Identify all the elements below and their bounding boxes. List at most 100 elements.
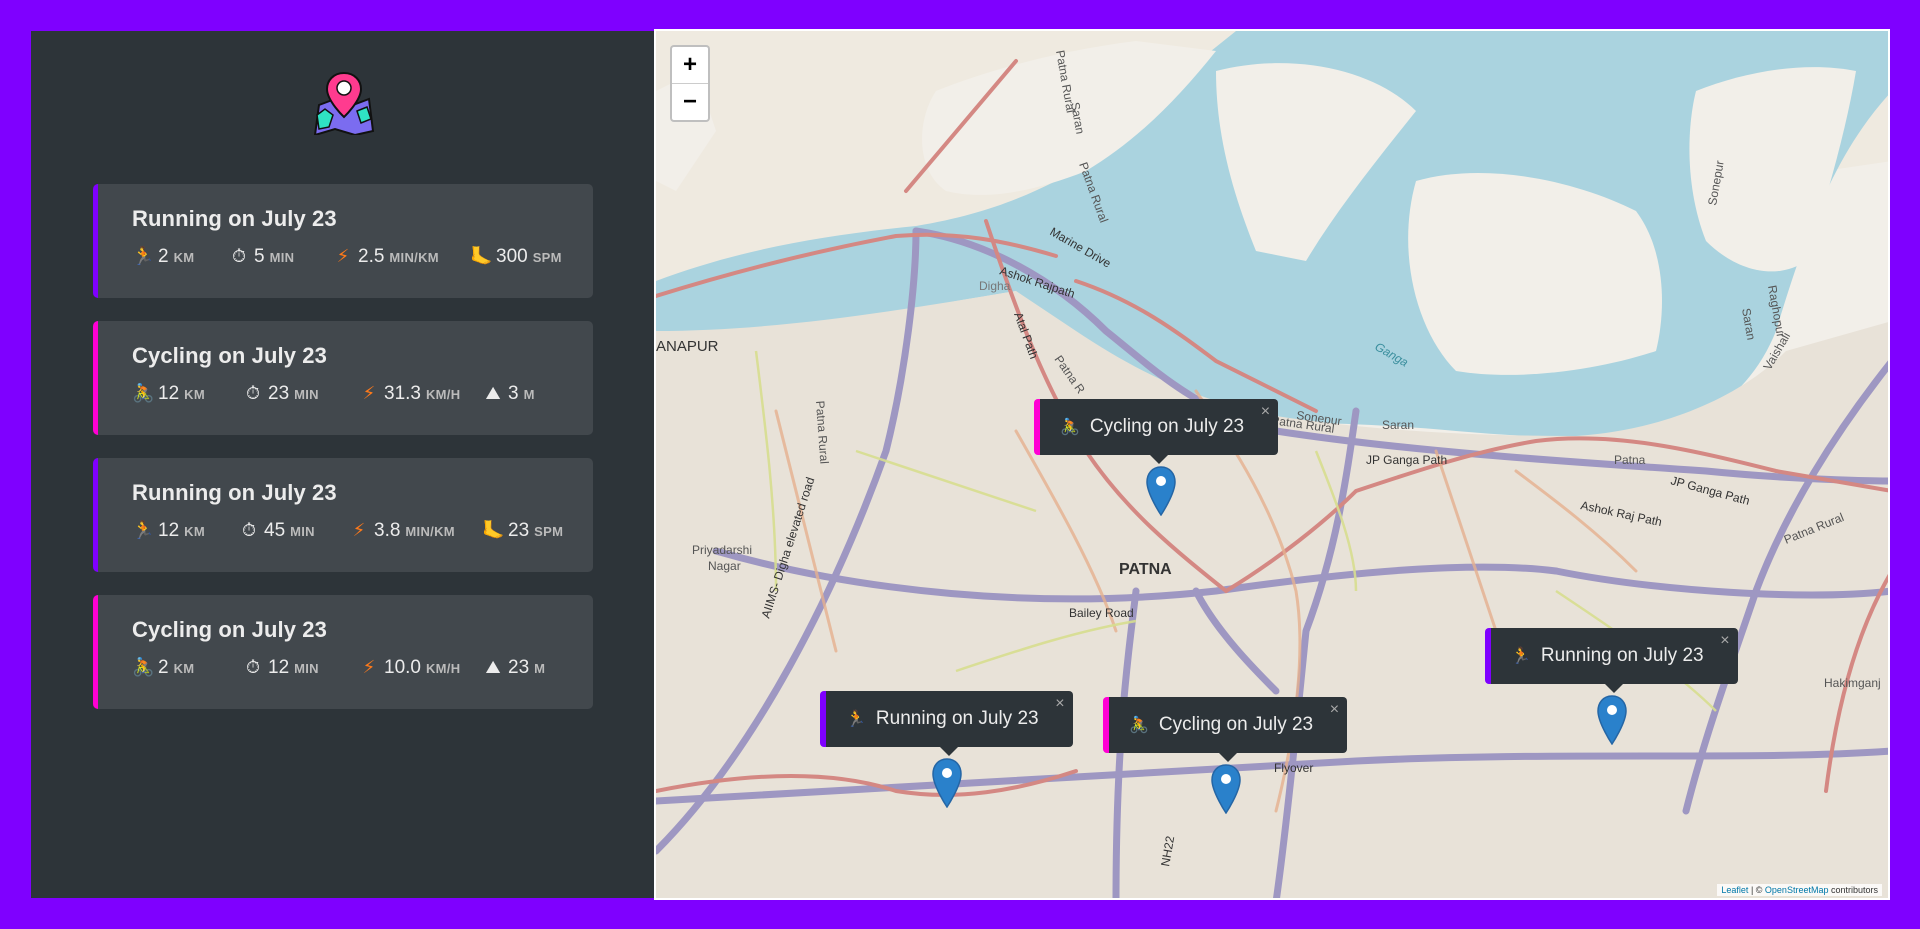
stopwatch-icon: ⏱ [245,383,261,403]
runner-icon: 🏃 [132,520,155,540]
workout-duration: 12 [268,657,290,678]
close-icon[interactable]: × [1055,695,1064,713]
workout-elevation: 23 [508,657,530,678]
workout-pace: 3.8 [374,520,401,541]
close-icon[interactable]: × [1261,403,1270,421]
map-label-saran: Saran [1382,418,1414,432]
leaflet-link[interactable]: Leaflet [1721,885,1748,895]
map-popup-cycling[interactable]: 🚴 Cycling on July 23 × [1103,697,1348,762]
map-popup-cycling[interactable]: 🚴 Cycling on July 23 × [1034,399,1279,464]
map-popup-running[interactable]: 🏃 Running on July 23 × [1485,628,1738,693]
map-pin-logo-icon [313,71,375,135]
stopwatch-icon: ⏱ [241,520,257,540]
lightning-icon: ⚡ [336,246,350,266]
pace-unit: min/km [389,250,439,265]
map[interactable]: PATNA Bailey Road Marine Drive Ashok Raj… [654,29,1890,900]
map-label-digha: Digha [979,279,1011,293]
map-marker-icon[interactable] [931,758,963,808]
workout-cadence: 300 [496,246,528,267]
zoom-control: + − [670,45,710,122]
popup-text: Cycling on July 23 [1158,714,1314,735]
duration-unit: min [294,387,319,402]
map-label-nagar: Nagar [708,559,741,573]
cyclist-icon: 🚴 [1129,717,1149,734]
runner-icon: 🏃 [132,246,155,266]
distance-unit: km [184,524,205,539]
map-label-bailey-road: Bailey Road [1069,606,1134,620]
stopwatch-icon: ⏱ [231,246,247,266]
elevation-unit: m [523,387,535,402]
map-label-patna: PATNA [1119,561,1172,578]
workout-speed: 10.0 [384,657,421,678]
workout-title: Cycling on July 23 [132,617,327,642]
mountain-icon: ⛰ [485,383,501,403]
workout-distance: 12 [158,383,180,404]
zoom-in-button[interactable]: + [672,47,708,84]
duration-unit: min [269,250,295,265]
lightning-icon: ⚡ [362,657,376,677]
attribution-separator: | © [1748,885,1765,895]
map-popup-running[interactable]: 🏃 Running on July 23 × [820,691,1073,756]
workout-duration: 5 [254,246,265,267]
workout-duration: 45 [264,520,286,541]
map-marker-icon[interactable] [1145,466,1177,516]
map-label-danapur: ANAPUR [656,338,719,355]
cyclist-icon: 🚴 [132,383,155,403]
workout-card-running[interactable]: Running on July 23 🏃 12 km ⏱ 45 min ⚡ 3.8 min/… [93,458,593,572]
workout-card-running[interactable]: Running on July 23 🏃 2 km ⏱ 5 min ⚡ 2.5 min/km… [93,184,593,298]
workout-title: Cycling on July 23 [132,343,327,368]
runner-icon: 🏃 [1511,648,1531,665]
stopwatch-icon: ⏱ [245,657,261,677]
map-attribution: Leaflet | © OpenStreetMap contributors [1717,884,1882,896]
distance-unit: km [173,250,195,265]
map-tiles[interactable]: PATNA Bailey Road Marine Drive Ashok Raj… [656,31,1890,900]
foot-icon: 🦶 [470,246,493,266]
map-marker-icon[interactable] [1596,695,1628,745]
map-label-patna: Patna [1614,453,1646,467]
lightning-icon: ⚡ [362,383,376,403]
sidebar: Running on July 23 🏃 2 km ⏱ 5 min ⚡ 2.5 min/km… [31,31,654,898]
duration-unit: min [294,661,319,676]
workout-card-cycling[interactable]: Cycling on July 23 🚴 2 km ⏱ 12 min ⚡ 10.0 km/h… [93,595,593,709]
foot-icon: 🦶 [482,520,505,540]
workout-title: Running on July 23 [132,480,337,505]
cadence-unit: spm [534,524,564,539]
attribution-tail: contributors [1828,885,1878,895]
popup-text: Cycling on July 23 [1089,416,1245,437]
popup-text: Running on July 23 [1540,645,1704,666]
close-icon[interactable]: × [1330,701,1339,719]
popup-text: Running on July 23 [875,708,1039,729]
close-icon[interactable]: × [1720,632,1729,650]
distance-unit: km [173,661,195,676]
map-marker-icon[interactable] [1210,764,1242,814]
map-label-priyadarshi: Priyadarshi [692,543,752,557]
popup-tip [1219,753,1238,762]
popup-tip [1150,455,1169,464]
workout-speed: 31.3 [384,383,421,404]
zoom-out-button[interactable]: − [672,84,708,120]
workout-pace: 2.5 [358,246,385,267]
workout-duration: 23 [268,383,290,404]
openstreetmap-link[interactable]: OpenStreetMap [1765,885,1829,895]
workout-cadence: 23 [508,520,530,541]
map-label-jp-ganga-path: JP Ganga Path [1366,453,1447,467]
elevation-unit: m [534,661,546,676]
cadence-unit: spm [532,250,562,265]
workout-distance: 12 [158,520,180,541]
cyclist-icon: 🚴 [132,657,155,677]
speed-unit: km/h [425,387,461,402]
workout-distance: 2 [158,246,169,267]
cyclist-icon: 🚴 [1060,419,1080,436]
workout-elevation: 3 [508,383,519,404]
map-label-flyover: Flyover [1274,761,1313,775]
speed-unit: km/h [425,661,461,676]
distance-unit: km [184,387,205,402]
pace-unit: min/km [405,524,455,539]
workout-list: Running on July 23 🏃 2 km ⏱ 5 min ⚡ 2.5 min/km… [93,184,593,732]
workout-distance: 2 [158,657,169,678]
workout-title: Running on July 23 [132,206,337,231]
runner-icon: 🏃 [846,711,866,728]
map-label-hakimganj: Hakimganj [1824,676,1881,690]
duration-unit: min [290,524,315,539]
workout-card-cycling[interactable]: Cycling on July 23 🚴 12 km ⏱ 23 min ⚡ 31.3 km/… [93,321,593,435]
